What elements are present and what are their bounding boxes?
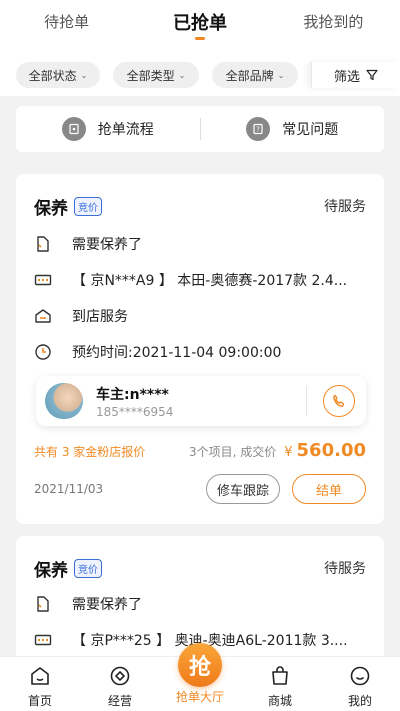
nav-label: 经营: [107, 694, 132, 708]
quick-links: 抢单流程 ? 常见问题: [16, 106, 384, 152]
shop-icon: [268, 664, 292, 688]
grab-process-link[interactable]: 抢单流程: [16, 117, 200, 141]
funnel-icon: [366, 69, 378, 81]
order-appointment-row: 预约时间:2021-11-04 09:00:00: [34, 342, 366, 362]
tab-label: 待抢单: [44, 13, 90, 31]
order-service-text: 到店服务: [72, 309, 128, 325]
document-icon: [37, 236, 49, 252]
grab-icon: 抢: [178, 643, 222, 687]
license-plate-icon: [34, 634, 52, 646]
business-icon: [108, 664, 132, 688]
order-title: 保养: [34, 561, 68, 581]
order-card-header: 保养 竞价: [34, 556, 102, 581]
avatar: [45, 383, 83, 419]
order-title: 保养: [34, 199, 68, 219]
nav-business[interactable]: 经营: [80, 657, 160, 711]
nav-label: 我的: [347, 694, 372, 708]
faq-link[interactable]: ? 常见问题: [201, 117, 385, 141]
grab-process-label: 抢单流程: [97, 122, 154, 138]
status-filter-dropdown[interactable]: 全部状态 ⌄: [16, 62, 100, 88]
order-service-row: 到店服务: [34, 306, 366, 326]
call-button[interactable]: [323, 385, 355, 417]
filter-bar: 全部状态 ⌄ 全部类型 ⌄ 全部品牌 ⌄ 筛选: [0, 50, 400, 96]
order-status: 待服务: [324, 561, 366, 577]
quote-summary[interactable]: 共有 3 家金粉店报价: [34, 443, 145, 460]
tab-pending[interactable]: 待抢单: [0, 0, 133, 50]
nav-label: 商城: [267, 694, 292, 708]
nav-profile[interactable]: 我的: [320, 657, 400, 711]
nav-shop[interactable]: 商城: [240, 657, 320, 711]
currency-symbol: ¥: [284, 445, 293, 460]
top-tabs: 待抢单 已抢单 我抢到的: [0, 0, 400, 50]
faq-label: 常见问题: [282, 122, 339, 138]
tab-my-won[interactable]: 我抢到的: [267, 0, 400, 50]
process-icon: [61, 117, 86, 141]
order-card-header: 保养 竞价: [34, 194, 102, 219]
faq-icon: ?: [246, 117, 271, 141]
tab-label: 已抢单: [172, 13, 227, 34]
svg-text:?: ?: [256, 126, 260, 134]
order-need-row: 需要保养了: [34, 594, 366, 614]
nav-label: 首页: [27, 694, 52, 708]
store-icon: [35, 309, 51, 323]
deal-price: 560.00: [296, 440, 366, 461]
license-plate-icon: [34, 274, 52, 286]
order-need-row: 需要保养了: [34, 234, 366, 254]
tab-grabbed[interactable]: 已抢单: [133, 0, 266, 50]
chevron-down-icon: ⌄: [80, 70, 88, 80]
order-status: 待服务: [324, 199, 366, 215]
order-appointment-text: 预约时间:2021-11-04 09:00:00: [72, 345, 282, 361]
price-block: 3个项目, 成交价 ¥ 560.00: [189, 440, 366, 461]
active-tab-indicator: [194, 37, 205, 40]
nav-label: 抢单大厅: [175, 690, 224, 704]
quote-row: 共有 3 家金粉店报价 3个项目, 成交价 ¥ 560.00: [34, 440, 366, 461]
profile-icon: [348, 664, 372, 688]
phone-icon: [333, 394, 345, 407]
document-icon: [37, 596, 49, 612]
divider: [306, 386, 307, 416]
order-card-footer: 2021/11/03 修车跟踪 结单: [34, 474, 366, 504]
chevron-down-icon: ⌄: [277, 70, 285, 80]
item-count: 3个项目, 成交价: [188, 445, 277, 459]
type-filter-label: 全部类型: [126, 68, 175, 83]
brand-filter-label: 全部品牌: [225, 68, 274, 83]
order-car-row: 【 京N***A9 】 本田-奥德赛-2017款 2.4...: [34, 270, 366, 290]
tab-label: 我抢到的: [303, 13, 364, 31]
nav-home[interactable]: 首页: [0, 657, 80, 711]
home-icon: [28, 664, 52, 688]
owner-panel: 车主:n**** 185****6954: [36, 376, 366, 426]
bottom-nav: 首页 经营 抢 抢单大厅 商城 我的: [0, 643, 400, 711]
type-filter-dropdown[interactable]: 全部类型 ⌄: [113, 62, 199, 88]
brand-filter-dropdown[interactable]: 全部品牌 ⌄: [212, 62, 298, 88]
order-car-text: 【 京N***A9 】 本田-奥德赛-2017款 2.4...: [72, 273, 348, 289]
status-filter-label: 全部状态: [28, 68, 77, 83]
order-need-text: 需要保养了: [72, 237, 142, 253]
owner-name: 车主:n****: [96, 387, 169, 403]
order-card[interactable]: 保养 竞价 待服务 需要保养了 【 京N***A9 】 本田-奥德赛-2017款…: [16, 174, 384, 524]
filter-label: 筛选: [333, 69, 360, 85]
order-date: 2021/11/03: [34, 482, 104, 496]
bid-badge: 竞价: [74, 559, 102, 578]
nav-grab-hall[interactable]: 抢 抢单大厅: [160, 643, 240, 711]
owner-phone: 185****6954: [96, 405, 174, 419]
close-order-button[interactable]: 结单: [292, 474, 366, 504]
clock-icon: [35, 344, 51, 360]
order-need-text: 需要保养了: [72, 597, 142, 613]
filter-button[interactable]: 筛选: [311, 62, 400, 88]
chevron-down-icon: ⌄: [178, 70, 186, 80]
repair-tracking-button[interactable]: 修车跟踪: [206, 474, 280, 504]
bid-badge: 竞价: [74, 197, 102, 216]
